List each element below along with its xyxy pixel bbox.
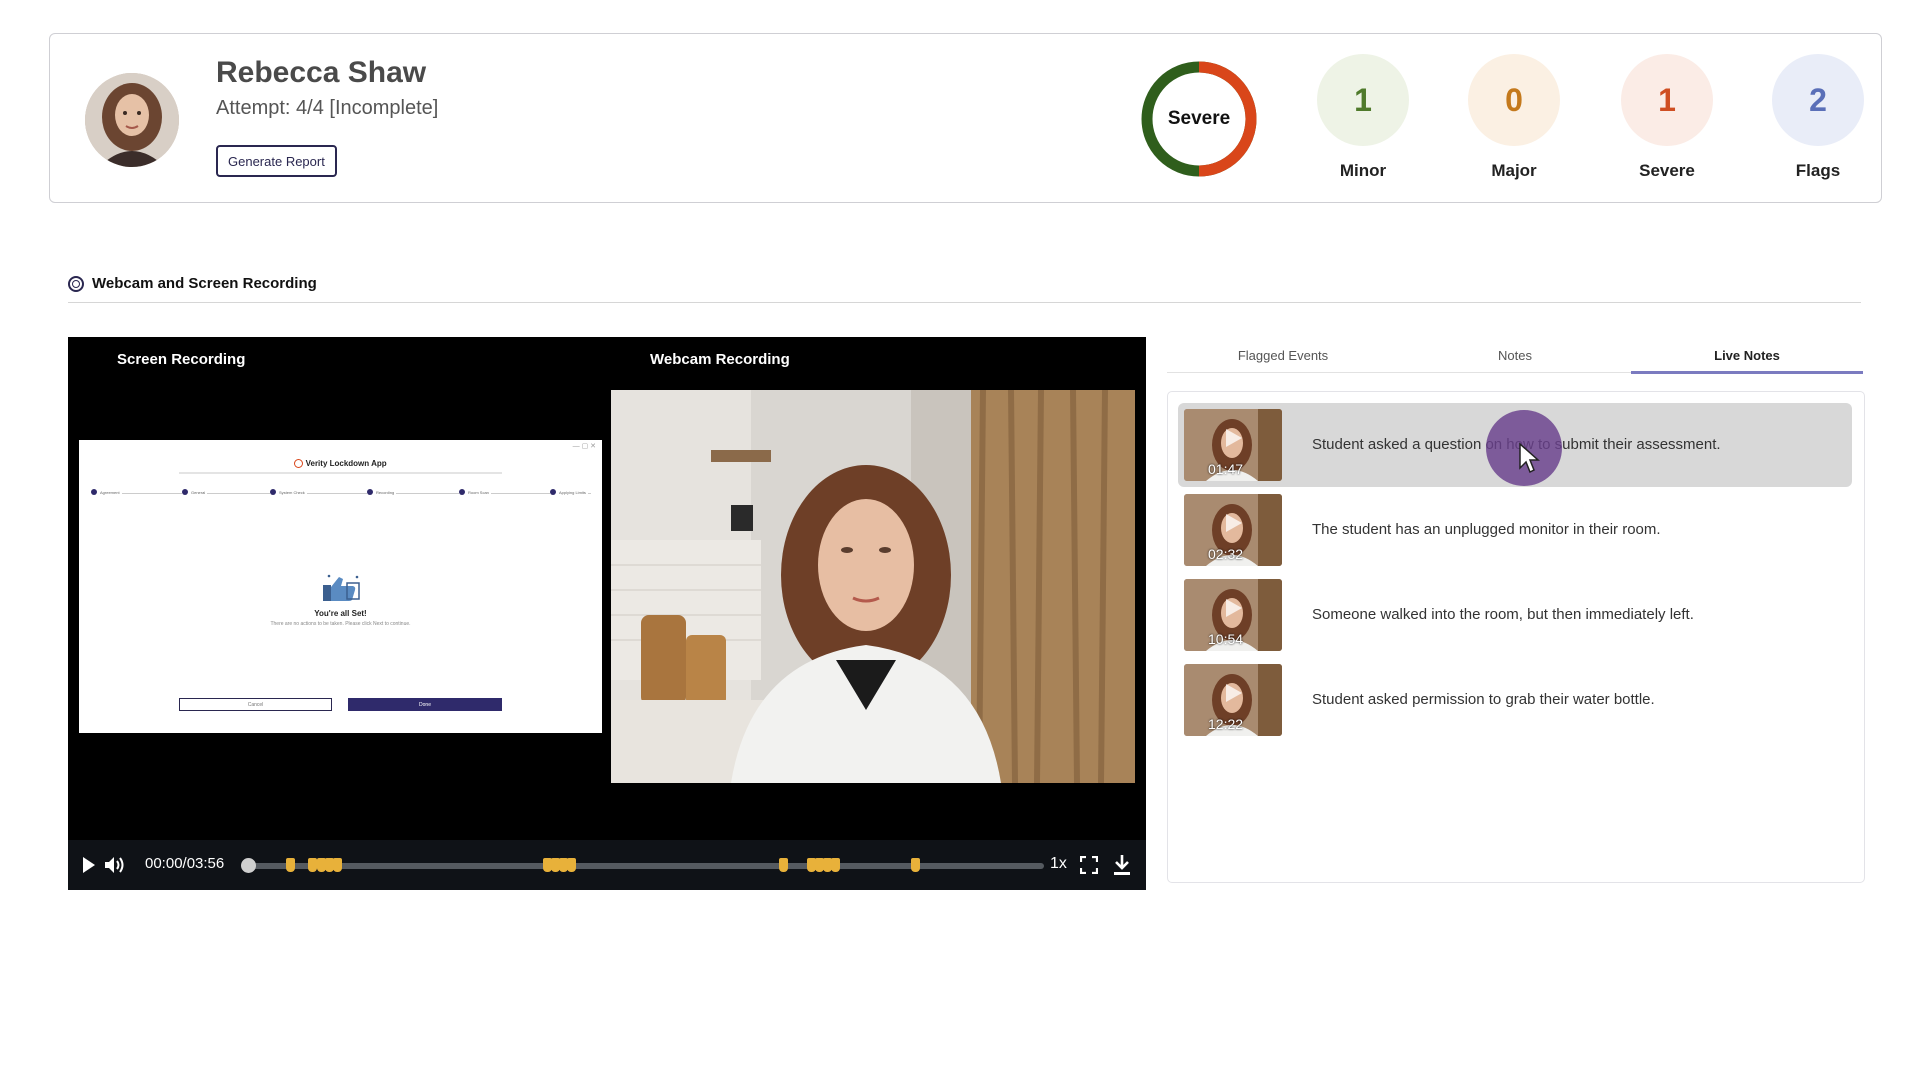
window-controls-icon: — ▢ ✕ — [572, 443, 596, 450]
note-thumbnail[interactable]: 10:54 — [1184, 579, 1282, 651]
flag-marker[interactable] — [779, 858, 788, 872]
stepper-step: System Check — [270, 489, 307, 495]
note-item[interactable]: 10:54 Someone walked into the room, but … — [1178, 573, 1852, 657]
flag-marker[interactable] — [831, 858, 840, 872]
note-thumbnail[interactable]: 01:47 — [1184, 409, 1282, 481]
play-icon — [1226, 514, 1242, 532]
playback-time: 00:00/03:56 — [145, 855, 225, 872]
candidate-name: Rebecca Shaw — [216, 56, 427, 89]
stat-major: 0 Major — [1468, 54, 1560, 181]
stepper-line — [91, 493, 591, 494]
stat-flags-count: 2 — [1772, 54, 1864, 146]
flag-marker[interactable] — [286, 858, 295, 872]
webcam-recording-view — [611, 390, 1135, 783]
step-dot-icon — [459, 489, 465, 495]
stepper-step-label: System Check — [279, 489, 305, 495]
note-text: Someone walked into the room, but then i… — [1312, 606, 1694, 623]
section-header: Webcam and Screen Recording — [68, 275, 317, 292]
note-timestamp: 10:54 — [1208, 631, 1244, 647]
stepper-step-label: Applying Limits — [559, 489, 586, 495]
screen-recording-view: — ▢ ✕ Verity Lockdown App Agreement Gener… — [79, 440, 602, 733]
webcam-recording-label: Webcam Recording — [650, 351, 790, 368]
generate-report-button[interactable]: Generate Report — [216, 145, 337, 177]
stepper-step: Recording — [367, 489, 397, 495]
app-title: Verity Lockdown App — [305, 459, 387, 468]
recording-icon — [68, 275, 84, 292]
step-dot-icon — [182, 489, 188, 495]
stat-severe-count: 1 — [1621, 54, 1713, 146]
note-timestamp: 12:22 — [1208, 716, 1244, 732]
player-controls: 00:00/03:56 1x — [68, 840, 1146, 890]
section-divider — [68, 302, 1861, 303]
note-item[interactable]: 12:22 Student asked permission to grab t… — [1178, 658, 1852, 742]
stat-severe-label: Severe — [1639, 161, 1695, 180]
stepper-step-label: Recording — [376, 489, 395, 495]
tab-live-notes[interactable]: Live Notes — [1631, 337, 1863, 373]
stat-minor: 1 Minor — [1317, 54, 1409, 181]
note-timestamp: 01:47 — [1208, 461, 1244, 477]
attempt-status: Attempt: 4/4 [Incomplete] — [216, 97, 439, 119]
step-dot-icon — [367, 489, 373, 495]
step-dot-icon — [91, 489, 97, 495]
step-dot-icon — [550, 489, 556, 495]
mouse-cursor-icon — [1519, 442, 1540, 474]
play-icon — [1226, 684, 1242, 702]
tab-notes[interactable]: Notes — [1399, 337, 1631, 373]
stat-flags: 2 Flags — [1772, 54, 1864, 181]
stepper-step-label: General — [191, 489, 206, 495]
seek-bar[interactable] — [248, 863, 1044, 869]
stepper-step-label: Agreement — [100, 489, 120, 495]
stepper-step: Applying Limits — [550, 489, 588, 495]
notes-tabs: Flagged Events Notes Live Notes — [1167, 337, 1863, 374]
thumbs-up-icon — [319, 573, 363, 608]
play-icon[interactable] — [82, 856, 96, 874]
app-done-message: There are no actions to be taken. Please… — [270, 621, 411, 627]
app-done-heading: You're all Set! — [314, 609, 367, 618]
tab-flagged-events[interactable]: Flagged Events — [1167, 337, 1399, 373]
active-tab-indicator — [1631, 371, 1863, 374]
stepper-step-label: Room Scan — [468, 489, 489, 495]
app-logo-icon — [294, 459, 304, 469]
candidate-summary-card: Rebecca Shaw Attempt: 4/4 [Incomplete] G… — [49, 33, 1882, 203]
app-subtitle-placeholder — [179, 472, 502, 474]
stepper-step: Agreement — [91, 489, 122, 495]
download-icon[interactable] — [1112, 854, 1132, 876]
flag-marker[interactable] — [567, 858, 576, 872]
play-icon — [1226, 599, 1242, 617]
video-player[interactable]: Screen Recording Webcam Recording — ▢ ✕ … — [68, 337, 1146, 890]
stat-severe: 1 Severe — [1621, 54, 1713, 181]
stat-major-label: Major — [1491, 161, 1537, 180]
note-text: The student has an unplugged monitor in … — [1312, 521, 1661, 538]
stat-flags-label: Flags — [1795, 161, 1841, 180]
app-done-button: Done — [348, 698, 502, 711]
playback-speed[interactable]: 1x — [1050, 855, 1067, 873]
candidate-avatar — [85, 73, 179, 167]
note-item[interactable]: 02:32 The student has an unplugged monit… — [1178, 488, 1852, 572]
note-thumbnail[interactable]: 02:32 — [1184, 494, 1282, 566]
stepper-step: Room Scan — [459, 489, 491, 495]
flag-marker[interactable] — [333, 858, 342, 872]
note-thumbnail[interactable]: 12:22 — [1184, 664, 1282, 736]
stat-minor-count: 1 — [1317, 54, 1409, 146]
section-title: Webcam and Screen Recording — [92, 275, 317, 292]
stat-major-count: 0 — [1468, 54, 1560, 146]
flag-marker[interactable] — [911, 858, 920, 872]
app-cancel-button: Cancel — [179, 698, 332, 711]
play-icon — [1226, 429, 1242, 447]
volume-icon[interactable] — [104, 855, 126, 875]
stat-minor-label: Minor — [1339, 161, 1387, 180]
overall-severity-label: Severe — [1167, 108, 1231, 129]
step-dot-icon — [270, 489, 276, 495]
stepper-step: General — [182, 489, 208, 495]
seek-handle[interactable] — [241, 858, 256, 873]
fullscreen-icon[interactable] — [1080, 856, 1098, 874]
screen-recording-label: Screen Recording — [117, 351, 246, 368]
flag-marker[interactable] — [308, 858, 317, 872]
note-text: Student asked permission to grab their w… — [1312, 691, 1655, 708]
note-timestamp: 02:32 — [1208, 546, 1244, 562]
